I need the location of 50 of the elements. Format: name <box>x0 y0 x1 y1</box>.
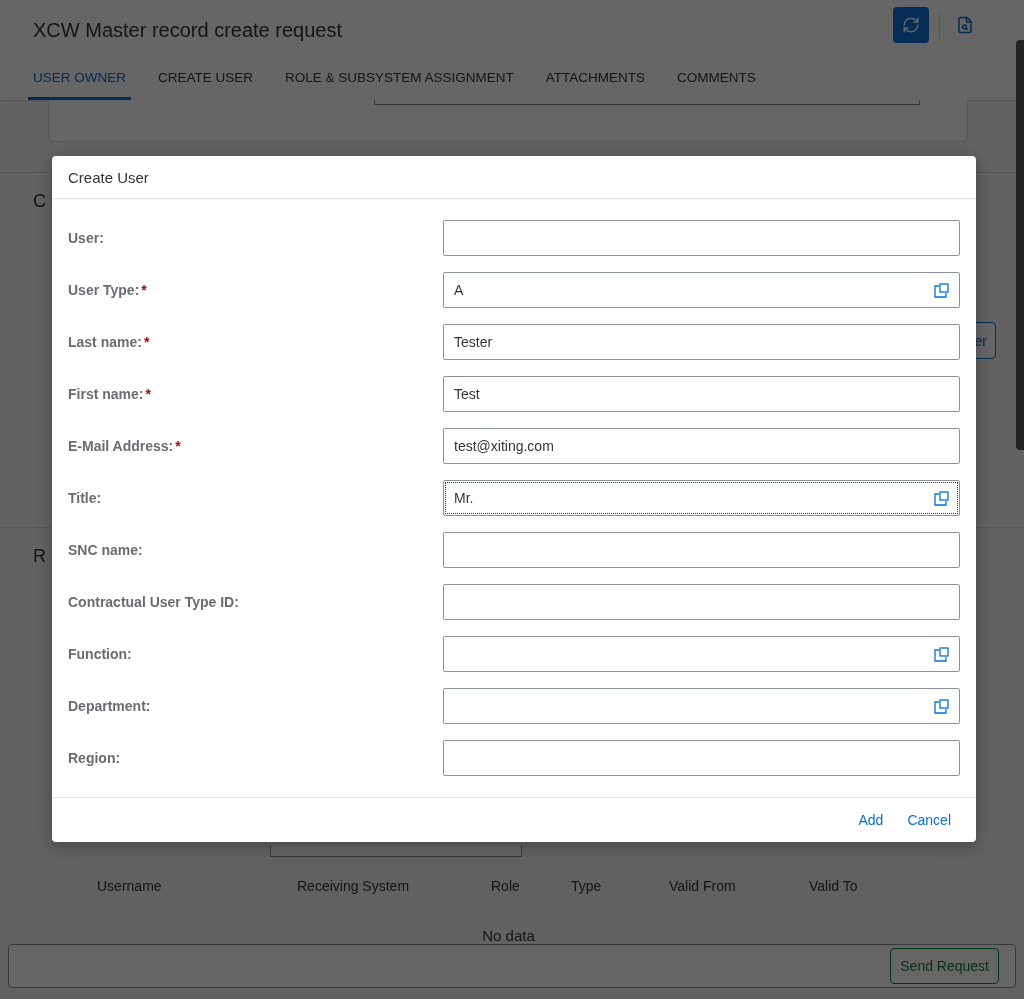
section-title: R <box>33 546 46 567</box>
document-search-button[interactable] <box>956 16 974 34</box>
field-label: First name:* <box>68 386 152 402</box>
column-header: Valid To <box>809 877 859 894</box>
column-header: Role <box>491 877 521 894</box>
refresh-icon <box>902 16 920 34</box>
input-field[interactable] <box>443 220 960 256</box>
tab[interactable]: CREATE USER <box>153 58 259 100</box>
field-label: SNC name: <box>68 542 144 558</box>
input-field[interactable]: Tester <box>443 324 960 360</box>
page-title: XCW Master record create request <box>33 17 343 42</box>
add-button[interactable]: Add <box>858 812 884 828</box>
field-label: User Type:* <box>68 282 148 298</box>
input-field[interactable]: Mr. <box>443 480 960 516</box>
input-field[interactable] <box>443 636 960 672</box>
tab[interactable]: ATTACHMENTS <box>540 58 651 100</box>
field-label: Function: <box>68 646 133 662</box>
input-field[interactable] <box>443 740 960 776</box>
field-label: E-Mail Address:* <box>68 438 182 454</box>
tab[interactable]: COMMENTS <box>672 58 761 100</box>
column-header: Receiving System <box>297 877 411 894</box>
column-header: Valid From <box>669 877 737 894</box>
input-field[interactable]: Test <box>443 376 960 412</box>
value-help-icon[interactable] <box>934 698 949 714</box>
column-header: Type <box>571 877 603 894</box>
scrollbar[interactable] <box>1016 40 1024 450</box>
dialog-title: Create User <box>68 168 149 186</box>
document-search-icon-glyph <box>956 16 974 34</box>
value-help-icon[interactable] <box>934 646 949 662</box>
field-label: Last name:* <box>68 334 151 350</box>
value-help-icon[interactable] <box>934 490 949 506</box>
input-field[interactable] <box>374 100 920 105</box>
field-label: Contractual User Type ID: <box>68 594 240 610</box>
field-label: Department: <box>68 698 152 714</box>
empty-message: No data <box>481 926 536 944</box>
tab[interactable]: ROLE & SUBSYSTEM ASSIGNMENT <box>280 58 519 100</box>
input-field[interactable] <box>443 584 960 620</box>
field-label: User: <box>68 230 105 246</box>
section-title: C <box>33 191 46 212</box>
input-field[interactable]: test@xiting.com <box>443 428 960 464</box>
cancel-button[interactable]: Cancel <box>907 812 951 828</box>
input-field[interactable] <box>443 688 960 724</box>
column-header: Username <box>97 877 163 894</box>
field-label: Region: <box>68 750 122 766</box>
field-label: Title: <box>68 490 103 506</box>
refresh-button[interactable] <box>893 7 929 43</box>
input-field[interactable]: A <box>443 272 960 308</box>
input-field[interactable] <box>270 845 522 857</box>
input-field[interactable] <box>443 532 960 568</box>
value-help-icon[interactable] <box>934 282 949 298</box>
